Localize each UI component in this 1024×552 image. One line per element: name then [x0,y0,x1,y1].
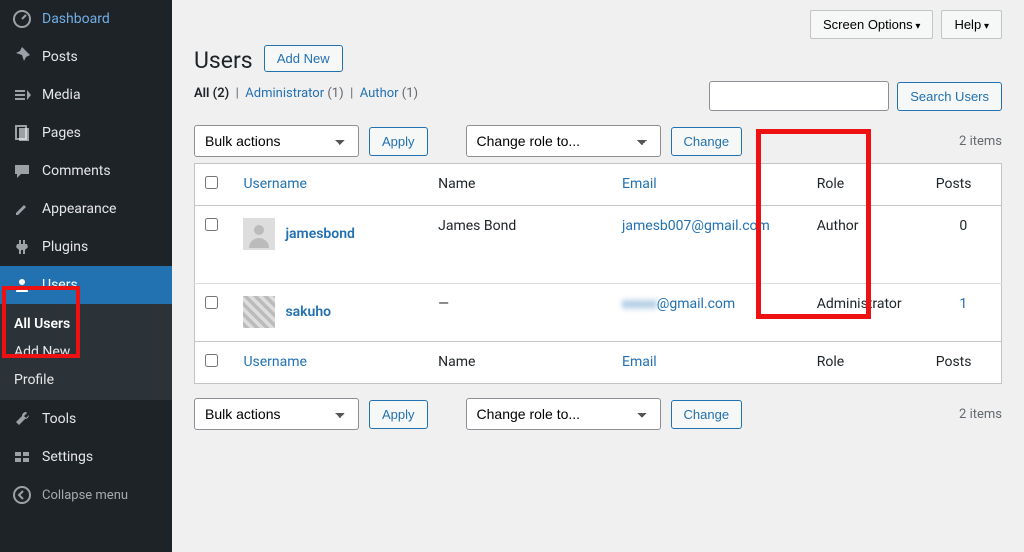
col-posts: Posts [926,164,1002,206]
sidebar-item-comments[interactable]: Comments [0,152,172,190]
screen-options-button[interactable]: Screen Options [810,10,933,39]
bulk-apply-button[interactable]: Apply [369,127,428,156]
appearance-icon [12,199,32,219]
select-all-top[interactable] [205,176,218,189]
add-new-button[interactable]: Add New [264,45,343,72]
change-role-button-bottom[interactable]: Change [671,400,743,429]
col-name: Name [428,164,612,206]
pin-icon [12,47,32,67]
change-role-select[interactable]: Change role to... [466,125,661,157]
col-email[interactable]: Email [622,354,657,370]
row-checkbox[interactable] [205,218,218,231]
collapse-icon [12,485,32,505]
sidebar-item-label: Tools [42,411,76,427]
users-icon [12,275,32,295]
sidebar-item-label: Collapse menu [42,488,128,503]
pages-icon [12,123,32,143]
sidebar-item-label: Comments [42,163,111,179]
col-role: Role [807,164,926,206]
email-link[interactable]: xxxxx@gmail.com [622,296,735,312]
posts-count: 0 [936,218,991,234]
bulk-actions-select-bottom[interactable]: Bulk actions [194,398,359,430]
sidebar-item-label: Users [42,277,78,293]
role-cell: Author [807,206,926,284]
col-email[interactable]: Email [622,176,657,192]
topbar: Screen Options Help [194,10,1002,39]
plugins-icon [12,237,32,257]
sidebar-item-label: Settings [42,449,93,465]
sidebar-item-label: Pages [42,125,81,141]
change-role-select-bottom[interactable]: Change role to... [466,398,661,430]
search-button[interactable]: Search Users [897,82,1002,111]
settings-icon [12,447,32,467]
tools-icon [12,409,32,429]
media-icon [12,85,32,105]
items-count-bottom: 2 items [959,407,1002,422]
search-input[interactable] [709,81,889,111]
sidebar-item-pages[interactable]: Pages [0,114,172,152]
tablenav-top: Bulk actions Apply Change role to... Cha… [194,125,1002,157]
admin-sidebar: Dashboard Posts Media Pages Comments App… [0,0,172,552]
sidebar-item-label: Appearance [42,201,116,217]
sidebar-item-label: Plugins [42,239,88,255]
sidebar-item-appearance[interactable]: Appearance [0,190,172,228]
filter-administrator[interactable]: Administrator (1) [245,86,343,101]
avatar [243,296,275,328]
sidebar-item-users[interactable]: Users [0,266,172,304]
bulk-actions-select[interactable]: Bulk actions [194,125,359,157]
page-title: Users [194,47,253,74]
table-row: jamesbond James Bond jamesb007@gmail.com… [195,206,1002,284]
role-cell: Administrator [807,284,926,342]
col-name: Name [428,342,612,384]
email-link[interactable]: jamesb007@gmail.com [622,218,770,234]
avatar [243,218,275,250]
dashboard-icon [12,9,32,29]
filter-author[interactable]: Author (1) [360,86,418,101]
posts-count-link[interactable]: 1 [936,296,991,312]
change-role-button[interactable]: Change [671,127,743,156]
tablenav-bottom: Bulk actions Apply Change role to... Cha… [194,398,1002,430]
username-link[interactable]: sakuho [285,304,331,320]
col-username[interactable]: Username [243,176,307,192]
sidebar-item-media[interactable]: Media [0,76,172,114]
sidebar-item-tools[interactable]: Tools [0,400,172,438]
submenu-add-new[interactable]: Add New [0,338,172,366]
users-submenu: All Users Add New Profile [0,304,172,400]
name-cell: — [428,284,612,342]
help-button[interactable]: Help [941,10,1002,39]
col-role: Role [807,342,926,384]
submenu-profile[interactable]: Profile [0,366,172,394]
col-username[interactable]: Username [243,354,307,370]
sidebar-item-label: Dashboard [42,11,110,27]
select-all-bottom[interactable] [205,354,218,367]
comments-icon [12,161,32,181]
table-row: sakuho — xxxxx@gmail.com Administrator 1 [195,284,1002,342]
username-link[interactable]: jamesbond [285,226,355,242]
sidebar-item-label: Media [42,87,81,103]
sidebar-item-plugins[interactable]: Plugins [0,228,172,266]
sidebar-item-posts[interactable]: Posts [0,38,172,76]
users-table: Username Name Email Role Posts jamesbond… [194,163,1002,384]
submenu-all-users[interactable]: All Users [0,310,172,338]
row-checkbox[interactable] [205,296,218,309]
col-posts: Posts [926,342,1002,384]
name-cell: James Bond [428,206,612,284]
items-count-top: 2 items [959,134,1002,149]
main-content: Screen Options Help Users Add New All (2… [172,0,1024,552]
sidebar-item-settings[interactable]: Settings [0,438,172,476]
sidebar-item-dashboard[interactable]: Dashboard [0,0,172,38]
sidebar-collapse[interactable]: Collapse menu [0,476,172,514]
filter-all[interactable]: All (2) [194,86,229,101]
sidebar-item-label: Posts [42,49,78,65]
bulk-apply-button-bottom[interactable]: Apply [369,400,428,429]
